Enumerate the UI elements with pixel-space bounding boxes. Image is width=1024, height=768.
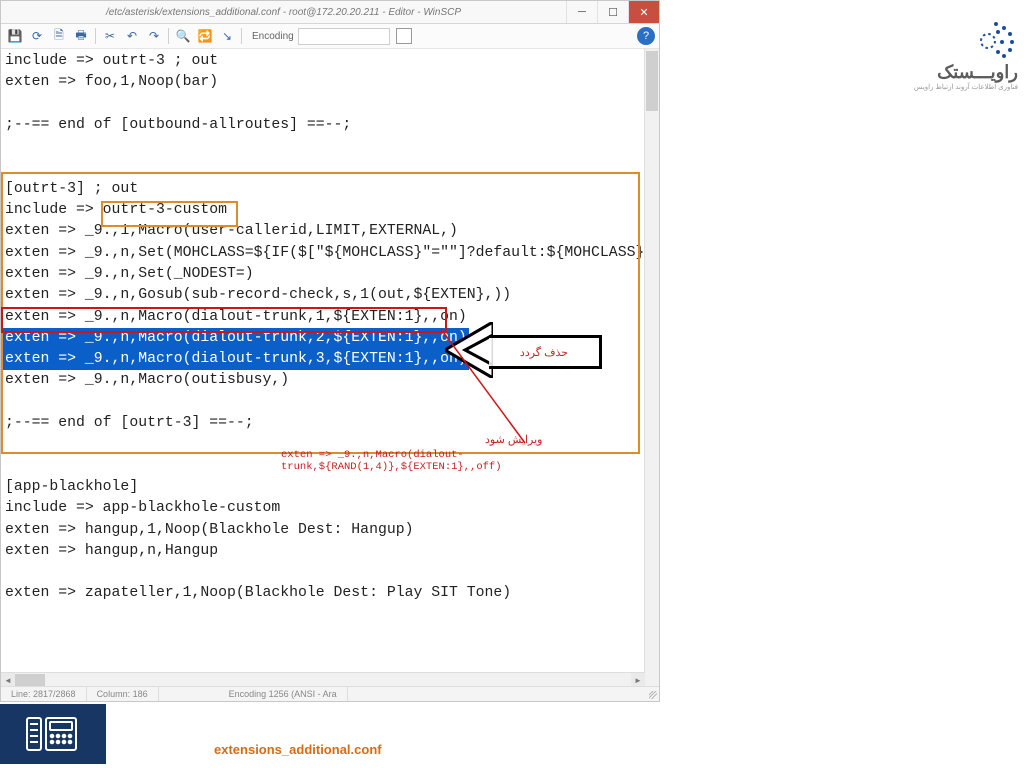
- maximize-button[interactable]: ☐: [597, 1, 628, 23]
- code-line[interactable]: exten => zapateller,1,Noop(Blackhole Des…: [3, 583, 657, 604]
- code-line[interactable]: exten => _9.,n,Macro(dialout-trunk,3,${E…: [3, 349, 657, 370]
- toolbar: 💾 ⟳ 🗎 🖶 ✂ ↶ ↷ 🔍 🔁 ↘ Encoding ?: [1, 24, 659, 49]
- status-line: Line: 2817/2868: [1, 687, 87, 701]
- editor-window: /etc/asterisk/extensions_additional.conf…: [0, 0, 660, 702]
- code-line[interactable]: exten => hangup,1,Noop(Blackhole Dest: H…: [3, 520, 657, 541]
- editor-body[interactable]: include => outrt-3 ; outexten => foo,1,N…: [1, 49, 659, 669]
- encoding-dropdown[interactable]: [298, 28, 390, 45]
- find-icon[interactable]: 🔍: [173, 26, 193, 46]
- save-as-icon[interactable]: 🗎: [49, 26, 69, 46]
- code-line[interactable]: include => outrt-3 ; out: [3, 51, 657, 72]
- save-icon[interactable]: 💾: [5, 26, 25, 46]
- window-title: /etc/asterisk/extensions_additional.conf…: [1, 7, 566, 18]
- resize-grip-icon[interactable]: [645, 687, 659, 701]
- code-line[interactable]: include => app-blackhole-custom: [3, 498, 657, 519]
- minimize-button[interactable]: ─: [566, 1, 597, 23]
- brand-subtitle: فناوری اطلاعات آروند ارتباط راویس: [868, 83, 1018, 91]
- replace-icon[interactable]: 🔁: [195, 26, 215, 46]
- phone-tile: [0, 704, 106, 764]
- undo-icon[interactable]: ↶: [122, 26, 142, 46]
- print-icon[interactable]: 🖶: [71, 26, 91, 46]
- code-area[interactable]: include => outrt-3 ; outexten => foo,1,N…: [1, 49, 659, 607]
- code-line[interactable]: [outrt-3] ; out: [3, 179, 657, 200]
- redo-icon[interactable]: ↷: [144, 26, 164, 46]
- help-button[interactable]: ?: [637, 27, 655, 45]
- code-line[interactable]: exten => hangup,n,Hangup: [3, 541, 657, 562]
- code-line[interactable]: exten => _9.,n,Macro(dialout-trunk,2,${E…: [3, 328, 657, 349]
- vertical-scroll-thumb[interactable]: [646, 51, 658, 111]
- code-line[interactable]: ;--== end of [outrt-3] ==--;: [3, 413, 657, 434]
- code-line[interactable]: [3, 94, 657, 115]
- code-line[interactable]: [3, 136, 657, 157]
- code-line[interactable]: [3, 157, 657, 178]
- horizontal-scrollbar[interactable]: ◄ ►: [1, 672, 645, 687]
- code-line[interactable]: exten => _9.,n,Macro(outisbusy,): [3, 370, 657, 391]
- image-caption: extensions_additional.conf: [214, 742, 382, 757]
- code-line[interactable]: [3, 456, 657, 477]
- brand-name: راویـــستک: [868, 62, 1018, 83]
- status-encoding: Encoding 1256 (ANSI - Ara: [219, 687, 348, 701]
- code-line[interactable]: exten => _9.,n,Set(MOHCLASS=${IF($["${MO…: [3, 243, 657, 264]
- status-column: Column: 186: [87, 687, 159, 701]
- code-line[interactable]: [3, 434, 657, 455]
- code-line[interactable]: [app-blackhole]: [3, 477, 657, 498]
- code-line[interactable]: include => outrt-3-custom: [3, 200, 657, 221]
- code-line[interactable]: [3, 392, 657, 413]
- brand-dots-icon: [958, 20, 1018, 62]
- encoding-label: Encoding: [252, 31, 294, 42]
- vertical-scrollbar[interactable]: [644, 49, 659, 687]
- code-line[interactable]: exten => foo,1,Noop(bar): [3, 72, 657, 93]
- cut-icon[interactable]: ✂: [100, 26, 120, 46]
- goto-line-icon[interactable]: ↘: [217, 26, 237, 46]
- hscroll-left-button[interactable]: ◄: [1, 673, 15, 687]
- title-bar: /etc/asterisk/extensions_additional.conf…: [1, 1, 659, 24]
- horizontal-scroll-thumb[interactable]: [15, 674, 45, 686]
- fax-phone-icon: [24, 712, 82, 756]
- code-line[interactable]: exten => _9.,1,Macro(user-callerid,LIMIT…: [3, 221, 657, 242]
- status-bar: Line: 2817/2868 Column: 186 Encoding 125…: [1, 686, 659, 701]
- color-box[interactable]: [396, 28, 412, 44]
- hscroll-right-button[interactable]: ►: [631, 673, 645, 687]
- reload-icon[interactable]: ⟳: [27, 26, 47, 46]
- code-line[interactable]: [3, 562, 657, 583]
- code-line[interactable]: exten => _9.,n,Gosub(sub-record-check,s,…: [3, 285, 657, 306]
- code-line[interactable]: exten => _9.,n,Macro(dialout-trunk,1,${E…: [3, 307, 657, 328]
- close-button[interactable]: ✕: [628, 1, 659, 23]
- brand-logo: راویـــستک فناوری اطلاعات آروند ارتباط ر…: [868, 20, 1018, 91]
- code-line[interactable]: ;--== end of [outbound-allroutes] ==--;: [3, 115, 657, 136]
- code-line[interactable]: exten => _9.,n,Set(_NODEST=): [3, 264, 657, 285]
